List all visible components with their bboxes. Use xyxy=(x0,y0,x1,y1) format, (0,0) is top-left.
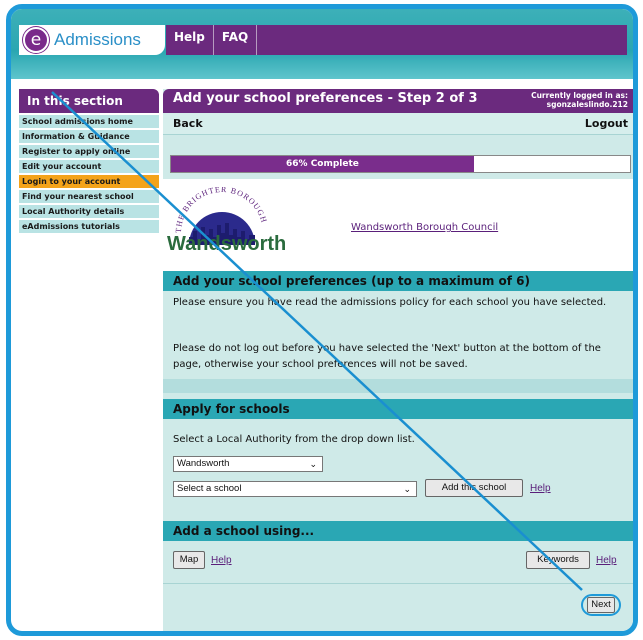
next-button[interactable]: Next xyxy=(587,597,615,613)
chevron-down-icon: ⌄ xyxy=(403,484,411,494)
progress-bar: 66% Complete xyxy=(170,155,631,173)
council-logo-wordmark: Wandsworth xyxy=(167,233,287,255)
sidebar-item-login[interactable]: Login to your account xyxy=(19,175,159,188)
sidebar-item-register[interactable]: Register to apply online xyxy=(19,145,159,158)
apply-instruction: Select a Local Authority from the drop d… xyxy=(173,434,415,445)
apply-help-link[interactable]: Help xyxy=(530,483,551,494)
sidebar-item-information-guidance[interactable]: Information & Guidance xyxy=(19,130,159,143)
preferences-heading: Add your school preferences (up to a max… xyxy=(163,271,633,291)
preferences-paragraph-2: Please do not log out before you have se… xyxy=(173,343,601,370)
keywords-help-link[interactable]: Help xyxy=(596,555,617,566)
chevron-down-icon: ⌄ xyxy=(309,459,317,469)
login-username: sgonzaleslindo.212 xyxy=(546,100,628,109)
back-link[interactable]: Back xyxy=(173,117,203,130)
wandsworth-logo: THE BRIGHTER BOROUGH xyxy=(174,187,268,245)
progress-fill: 66% Complete xyxy=(171,156,474,172)
sidebar-item-admissions-home[interactable]: School admissions home xyxy=(19,115,159,128)
login-status: Currently logged in as: sgonzaleslindo.2… xyxy=(531,91,628,109)
sidebar-item-nearest-school[interactable]: Find your nearest school xyxy=(19,190,159,203)
preferences-paragraph-1: Please ensure you have read the admissio… xyxy=(173,297,607,308)
sidebar-heading: In this section xyxy=(19,89,159,113)
login-status-label: Currently logged in as: xyxy=(531,91,628,100)
logout-link[interactable]: Logout xyxy=(585,117,628,130)
sidebar-item-tutorials[interactable]: eAdmissions tutorials xyxy=(19,220,159,233)
top-nav: Help FAQ xyxy=(166,25,627,55)
map-help-link[interactable]: Help xyxy=(211,555,232,566)
local-authority-value: Wandsworth xyxy=(177,458,230,469)
school-select-value: Select a school xyxy=(177,483,242,494)
browser-frame: e Admissions Help FAQ In this section Sc… xyxy=(6,4,638,636)
brand-name: Admissions xyxy=(54,30,141,49)
divider-strip xyxy=(163,379,633,393)
e-logo-icon: e xyxy=(23,27,49,53)
sidebar-item-la-details[interactable]: Local Authority details xyxy=(19,205,159,218)
page-title-bar: Add your school preferences - Step 2 of … xyxy=(163,89,633,113)
council-banner: THE BRIGHTER BOROUGH Wandsworth Wandswor… xyxy=(163,179,633,271)
school-select[interactable]: Select a school ⌄ xyxy=(173,481,417,497)
council-link[interactable]: Wandsworth Borough Council xyxy=(351,222,498,233)
divider-line xyxy=(163,583,633,584)
keywords-button[interactable]: Keywords xyxy=(526,551,590,569)
add-using-heading: Add a school using... xyxy=(163,521,633,541)
add-school-button[interactable]: Add this school xyxy=(425,479,523,497)
eadmissions-logo[interactable]: e Admissions xyxy=(19,25,165,55)
local-authority-select[interactable]: Wandsworth ⌄ xyxy=(173,456,323,472)
action-bar: Back Logout xyxy=(163,113,633,135)
nav-help-link[interactable]: Help xyxy=(166,25,214,55)
site-header: e Admissions Help FAQ xyxy=(11,9,633,79)
sidebar-item-edit-account[interactable]: Edit your account xyxy=(19,160,159,173)
nav-faq-link[interactable]: FAQ xyxy=(214,25,258,55)
page-title: Add your school preferences - Step 2 of … xyxy=(173,91,478,106)
sidebar: In this section School admissions home I… xyxy=(19,89,159,233)
main-content: Add your school preferences - Step 2 of … xyxy=(163,89,633,631)
apply-heading: Apply for schools xyxy=(163,399,633,419)
map-button[interactable]: Map xyxy=(173,551,205,569)
